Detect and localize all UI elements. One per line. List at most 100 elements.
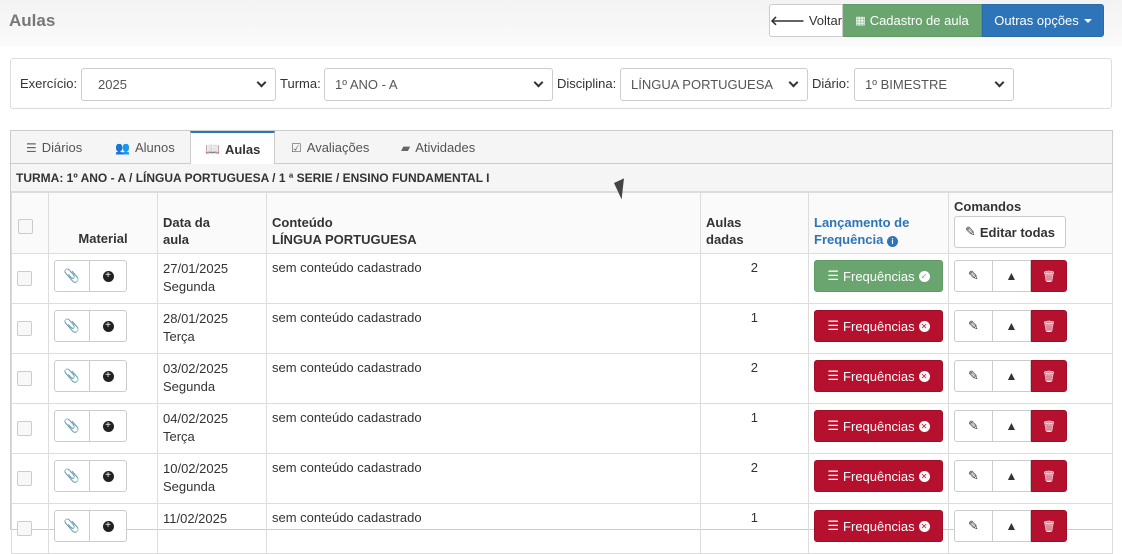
frequencias-button[interactable]: ☰ Frequências ✕ xyxy=(814,460,943,492)
frequencias-button[interactable]: ☰ Frequências ✓ xyxy=(814,260,943,292)
table-row: 📎 + 10/02/2025 Segunda sem conteúdo cada… xyxy=(11,453,1113,504)
x-circle-icon: ✕ xyxy=(918,520,930,532)
row-content: sem conteúdo cadastrado xyxy=(272,410,422,425)
tab-aulas[interactable]: 📖 Aulas xyxy=(190,131,275,165)
comandos-cell: ✎ ▲ 🗑 xyxy=(948,503,1113,554)
row-aulas: 1 xyxy=(750,410,758,425)
edit-aula-button[interactable]: ✎ xyxy=(954,310,993,342)
comandos-cell: ✎ ▲ 🗑 xyxy=(948,253,1113,304)
frequencias-button[interactable]: ☰ Frequências ✕ xyxy=(814,510,943,542)
edit-icon: ✎ xyxy=(968,468,979,483)
edit-aula-button[interactable]: ✎ xyxy=(954,460,993,492)
frequencias-button[interactable]: ☰ Frequências ✕ xyxy=(814,410,943,442)
lancamento-header-l2: Frequência xyxy=(814,232,884,247)
list-icon: ☰ xyxy=(26,140,37,155)
calendar-icon: ▦ xyxy=(855,15,866,27)
delete-aula-button[interactable]: 🗑 xyxy=(1031,310,1067,342)
warning-button[interactable]: ▲ xyxy=(993,460,1031,492)
row-checkbox[interactable] xyxy=(17,421,32,436)
frequencia-cell: ☰ Frequências ✕ xyxy=(808,353,949,404)
plus-circle-icon: + xyxy=(102,520,114,532)
editar-todas-button[interactable]: ✎ Editar todas xyxy=(954,216,1066,248)
row-select-cell xyxy=(11,503,49,554)
frequencias-label: Frequências xyxy=(843,268,915,284)
list-ol-icon: ☰ xyxy=(827,368,840,383)
chevron-down-icon xyxy=(994,77,1005,88)
tab-alunos[interactable]: 👥 Alunos xyxy=(115,131,175,164)
tab-label: Aulas xyxy=(224,141,261,157)
edit-aula-button[interactable]: ✎ xyxy=(954,260,993,292)
turma-label: Turma: xyxy=(280,76,321,91)
comandos-label: Comandos xyxy=(954,199,1022,214)
delete-aula-button[interactable]: 🗑 xyxy=(1031,260,1067,292)
frequencia-cell: ☰ Frequências ✕ xyxy=(808,303,949,354)
info-icon[interactable]: i xyxy=(886,236,898,247)
attach-button[interactable]: 📎 xyxy=(54,310,90,342)
edit-aula-button[interactable]: ✎ xyxy=(954,510,993,542)
edit-aula-button[interactable]: ✎ xyxy=(954,360,993,392)
paperclip-icon: 📎 xyxy=(63,368,81,383)
cadastro-aula-button[interactable]: ▦ Cadastro de aula xyxy=(843,4,982,37)
delete-aula-button[interactable]: 🗑 xyxy=(1031,360,1067,392)
delete-aula-button[interactable]: 🗑 xyxy=(1031,410,1067,442)
disciplina-select[interactable]: LÍNGUA PORTUGUESA xyxy=(620,68,808,101)
row-checkbox[interactable] xyxy=(17,371,32,386)
row-checkbox[interactable] xyxy=(17,321,32,336)
voltar-button[interactable]: 🡐 Voltar xyxy=(769,4,843,37)
delete-aula-button[interactable]: 🗑 xyxy=(1031,460,1067,492)
add-material-button[interactable]: + xyxy=(90,460,127,492)
list-ol-icon: ☰ xyxy=(827,468,840,483)
row-checkbox[interactable] xyxy=(17,271,32,286)
diario-select[interactable]: 1º BIMESTRE xyxy=(854,68,1014,101)
warning-button[interactable]: ▲ xyxy=(993,410,1031,442)
add-material-button[interactable]: + xyxy=(90,510,127,542)
edit-icon: ✎ xyxy=(968,268,979,283)
table-row: 📎 + 28/01/2025 Terça sem conteúdo cadast… xyxy=(11,303,1113,354)
frequencia-cell: ☰ Frequências ✕ xyxy=(808,453,949,504)
add-material-button[interactable]: + xyxy=(90,410,127,442)
aulas-table: Material Data da aula Conteúdo LÍNGUA PO… xyxy=(11,192,1113,554)
frequencias-button[interactable]: ☰ Frequências ✕ xyxy=(814,310,943,342)
editar-todas-label: Editar todas xyxy=(979,224,1056,240)
attach-button[interactable]: 📎 xyxy=(54,360,90,392)
warning-button[interactable]: ▲ xyxy=(993,310,1031,342)
add-material-button[interactable]: + xyxy=(90,360,127,392)
edit-aula-button[interactable]: ✎ xyxy=(954,410,993,442)
tab-atividades[interactable]: ▰ Atividades xyxy=(401,131,475,164)
turma-select[interactable]: 1º ANO - A xyxy=(324,68,553,101)
plus-circle-icon: + xyxy=(102,470,114,482)
plus-circle-icon: + xyxy=(102,270,114,282)
warning-icon: ▲ xyxy=(1005,519,1018,533)
row-select-cell xyxy=(11,253,49,304)
frequencias-button[interactable]: ☰ Frequências ✕ xyxy=(814,360,943,392)
comandos-cell: ✎ ▲ 🗑 xyxy=(948,353,1113,404)
tab-label: Atividades xyxy=(415,140,476,155)
warning-button[interactable]: ▲ xyxy=(993,260,1031,292)
outras-opcoes-button[interactable]: Outras opções xyxy=(982,4,1104,37)
row-checkbox[interactable] xyxy=(17,471,32,486)
row-select-cell xyxy=(11,303,49,354)
attach-button[interactable]: 📎 xyxy=(54,260,90,292)
row-checkbox[interactable] xyxy=(17,521,32,536)
aulas-cell: 1 xyxy=(700,503,809,554)
tab-avaliacoes[interactable]: ☑ Avaliações xyxy=(291,131,369,164)
delete-aula-button[interactable]: 🗑 xyxy=(1031,510,1067,542)
attach-button[interactable]: 📎 xyxy=(54,460,90,492)
material-cell: 📎 + xyxy=(48,253,158,304)
attach-button[interactable]: 📎 xyxy=(54,410,90,442)
add-material-button[interactable]: + xyxy=(90,260,127,292)
attach-button[interactable]: 📎 xyxy=(54,510,90,542)
row-weekday: Segunda xyxy=(163,279,216,294)
content-cell: sem conteúdo cadastrado xyxy=(266,353,701,404)
frequencias-label: Frequências xyxy=(843,518,915,534)
select-all-checkbox[interactable] xyxy=(18,219,33,234)
row-weekday: Terça xyxy=(163,329,195,344)
content-cell: sem conteúdo cadastrado xyxy=(266,503,701,554)
tab-diarios[interactable]: ☰ Diários xyxy=(26,131,82,164)
warning-button[interactable]: ▲ xyxy=(993,360,1031,392)
exercicio-select[interactable]: 2025 xyxy=(81,68,276,101)
content-cell: sem conteúdo cadastrado xyxy=(266,303,701,354)
warning-button[interactable]: ▲ xyxy=(993,510,1031,542)
add-material-button[interactable]: + xyxy=(90,310,127,342)
tab-label: Avaliações xyxy=(306,140,370,155)
